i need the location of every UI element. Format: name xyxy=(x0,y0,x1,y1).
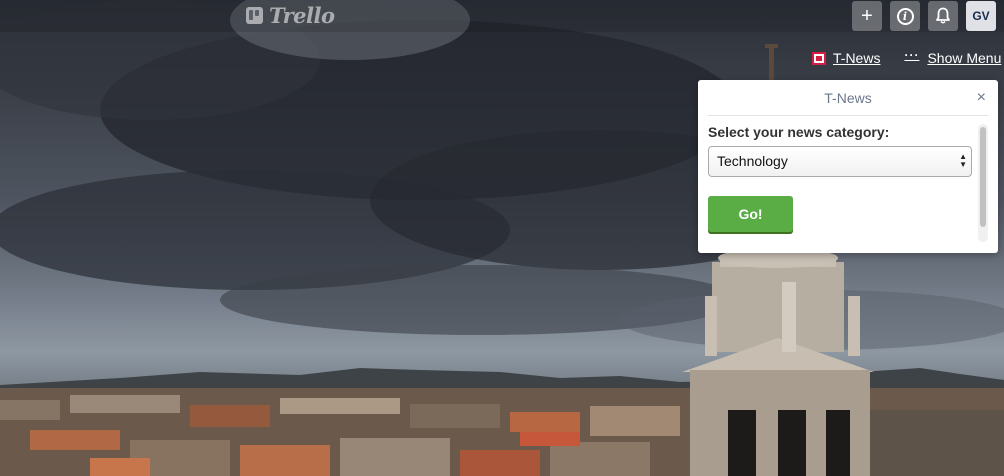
avatar[interactable]: GV xyxy=(966,1,996,31)
board-header-links: T-News ··· Show Menu xyxy=(812,48,1002,66)
scrollbar-thumb[interactable] xyxy=(980,127,986,227)
info-button[interactable]: i xyxy=(890,1,920,31)
top-header: Trello + i GV xyxy=(0,0,1004,32)
notifications-button[interactable] xyxy=(928,1,958,31)
trello-logo[interactable]: Trello xyxy=(246,2,335,28)
avatar-initials: GV xyxy=(972,9,990,23)
selected-category: Technology xyxy=(717,153,788,169)
tnews-popover: T-News × Select your news category: Tech… xyxy=(698,80,998,253)
popover-title: T-News xyxy=(824,90,872,106)
show-menu-button[interactable]: ··· Show Menu xyxy=(904,48,1002,66)
popover-scrollbar[interactable] xyxy=(978,124,988,242)
logo-text: Trello xyxy=(269,2,335,28)
show-menu-label: Show Menu xyxy=(927,50,1002,66)
category-label: Select your news category: xyxy=(708,124,890,140)
info-icon: i xyxy=(896,7,914,25)
close-icon[interactable]: × xyxy=(977,89,986,107)
select-arrows-icon: ▲ ▼ xyxy=(959,152,967,169)
trello-board-icon xyxy=(246,6,263,24)
plus-icon: + xyxy=(861,4,873,27)
popover-body: Select your news category: Technology ▲ ▼… xyxy=(708,124,974,232)
tnews-icon xyxy=(812,51,826,65)
go-button[interactable]: Go! xyxy=(708,196,793,232)
category-select[interactable]: Technology ▲ ▼ xyxy=(708,146,972,177)
tnews-power-up-button[interactable]: T-News xyxy=(812,50,880,66)
more-dots-icon: ··· xyxy=(904,48,920,62)
tnews-link-label: T-News xyxy=(833,50,881,66)
popover-header: T-News × xyxy=(708,80,988,116)
bell-icon xyxy=(936,7,950,24)
add-button[interactable]: + xyxy=(852,1,882,31)
